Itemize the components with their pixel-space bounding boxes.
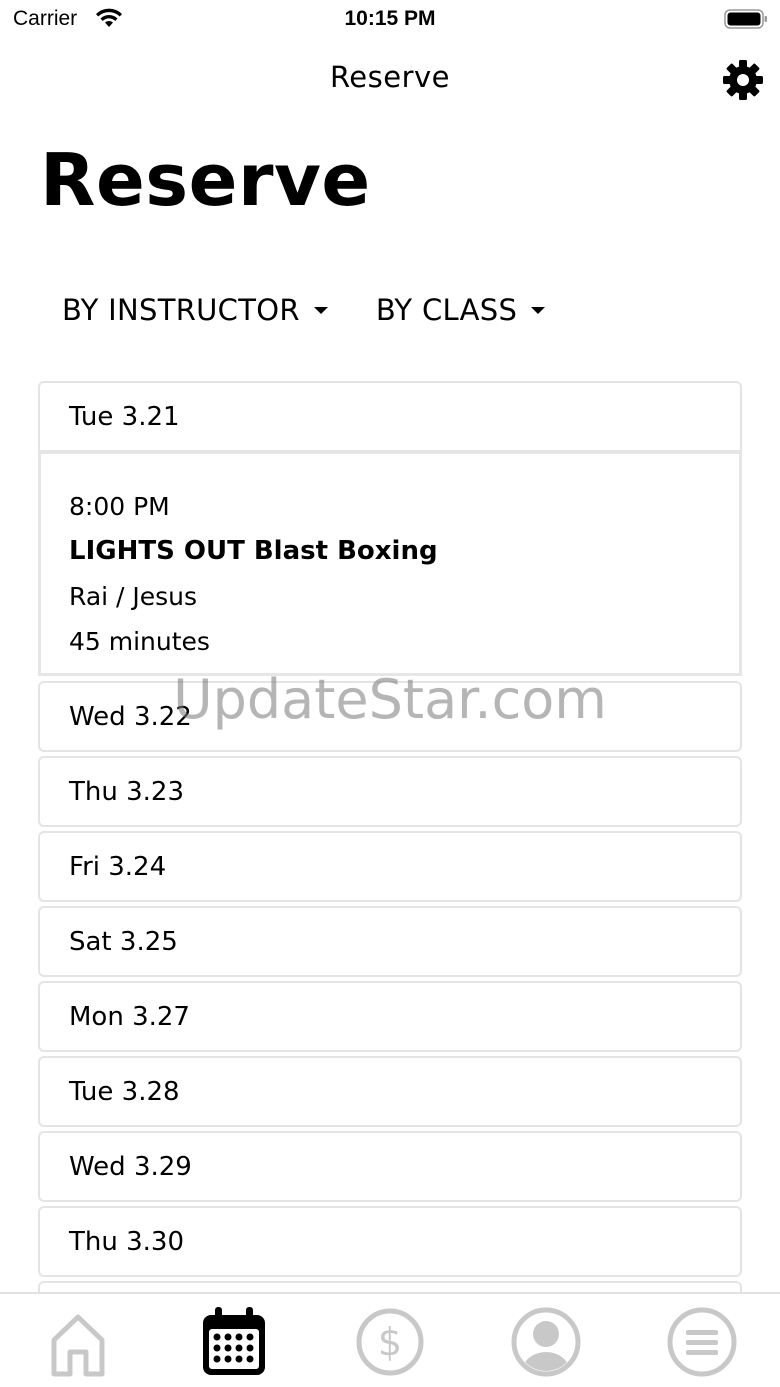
class-duration: 45 minutes — [69, 627, 210, 656]
status-bar: Carrier 10:15 PM — [0, 0, 780, 40]
day-card[interactable]: Thu 3.30 — [38, 1206, 742, 1277]
schedule-list: Tue 3.21 8:00 PM LIGHTS OUT Blast Boxing… — [38, 381, 742, 1356]
person-icon[interactable] — [508, 1304, 584, 1380]
filter-bar: BY INSTRUCTOR BY CLASS — [62, 293, 546, 327]
home-icon[interactable] — [40, 1304, 116, 1380]
reserve-screen: Carrier 10:15 PM Reserve Reserve BY INST… — [0, 0, 780, 1387]
day-label: Fri 3.24 — [69, 851, 167, 882]
page-title: Reserve — [40, 138, 371, 222]
gear-icon[interactable] — [722, 59, 764, 101]
day-card[interactable]: Tue 3.28 — [38, 1056, 742, 1127]
day-header-expanded[interactable]: Tue 3.21 — [38, 381, 742, 452]
day-label: Tue 3.28 — [69, 1076, 180, 1107]
caret-down-icon — [313, 306, 328, 314]
dollar-icon[interactable]: $ — [352, 1304, 428, 1380]
day-label: Mon 3.27 — [69, 1001, 190, 1032]
battery-icon — [724, 9, 767, 29]
menu-icon[interactable] — [664, 1304, 740, 1380]
day-card[interactable]: Thu 3.23 — [38, 756, 742, 827]
day-label: Wed 3.22 — [69, 701, 192, 732]
class-card[interactable]: 8:00 PM LIGHTS OUT Blast Boxing Rai / Je… — [38, 452, 742, 676]
filter-label: BY CLASS — [375, 293, 518, 327]
day-label: Wed 3.29 — [69, 1151, 192, 1182]
day-label: Thu 3.30 — [69, 1226, 184, 1257]
svg-text:$: $ — [378, 1320, 402, 1364]
class-instructors: Rai / Jesus — [69, 582, 198, 611]
filter-label: BY INSTRUCTOR — [62, 293, 300, 327]
class-time: 8:00 PM — [69, 492, 170, 521]
day-card[interactable]: Wed 3.22 — [38, 681, 742, 752]
class-name: LIGHTS OUT Blast Boxing — [69, 536, 438, 566]
day-card[interactable]: Fri 3.24 — [38, 831, 742, 902]
status-time: 10:15 PM — [344, 7, 436, 30]
day-card[interactable]: Sat 3.25 — [38, 906, 742, 977]
caret-down-icon — [531, 306, 546, 314]
day-card[interactable]: Wed 3.29 — [38, 1131, 742, 1202]
filter-by-class[interactable]: BY CLASS — [375, 293, 546, 327]
filter-by-instructor[interactable]: BY INSTRUCTOR — [62, 293, 328, 327]
day-card[interactable]: Mon 3.27 — [38, 981, 742, 1052]
tab-bar: $ — [0, 1292, 780, 1387]
day-label: Thu 3.23 — [69, 776, 184, 807]
day-label: Sat 3.25 — [69, 926, 178, 957]
nav-title: Reserve — [329, 60, 451, 94]
calendar-icon[interactable] — [196, 1304, 272, 1380]
day-label: Tue 3.21 — [69, 401, 180, 432]
